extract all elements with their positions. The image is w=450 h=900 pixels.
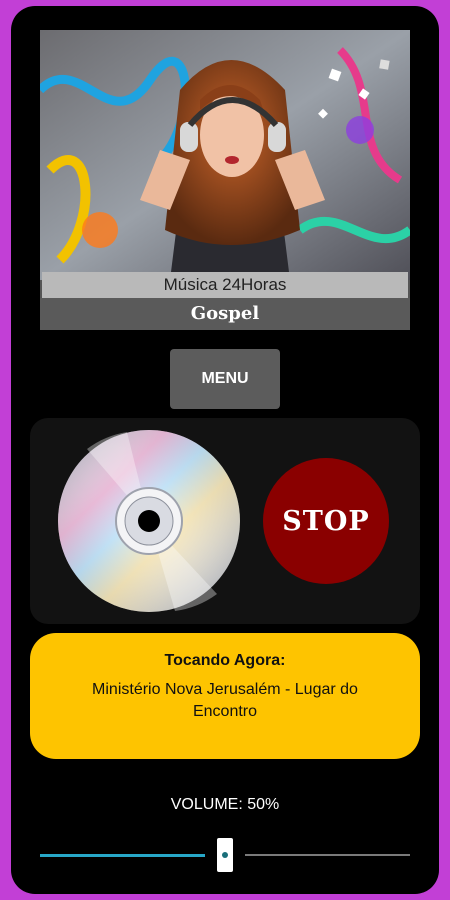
genre-label: Gospel (40, 298, 410, 330)
slider-thumb-dot-icon (222, 852, 228, 858)
now-playing-track: Ministério Nova Jerusalém - Lugar do Enc… (92, 681, 358, 720)
volume-slider-fill (40, 854, 205, 857)
station-name-label: Música 24Horas (42, 272, 408, 298)
stop-button[interactable]: STOP (263, 458, 389, 584)
cd-disc-icon (58, 430, 240, 612)
player-panel: STOP (30, 418, 420, 624)
volume-slider-track (245, 854, 410, 856)
cover-artwork-image (40, 30, 410, 280)
menu-button[interactable]: MENU (170, 349, 280, 409)
now-playing-card: Tocando Agora: Ministério Nova Jerusalém… (30, 633, 420, 759)
volume-slider[interactable] (40, 836, 410, 876)
station-cover: Música 24Horas Gospel (40, 30, 410, 330)
app-screen: Música 24Horas Gospel MENU STOP Tocando … (11, 6, 439, 894)
now-playing-title: Tocando Agora: (164, 652, 286, 669)
volume-slider-thumb[interactable] (217, 838, 233, 872)
volume-label: VOLUME: 50% (170, 796, 280, 813)
